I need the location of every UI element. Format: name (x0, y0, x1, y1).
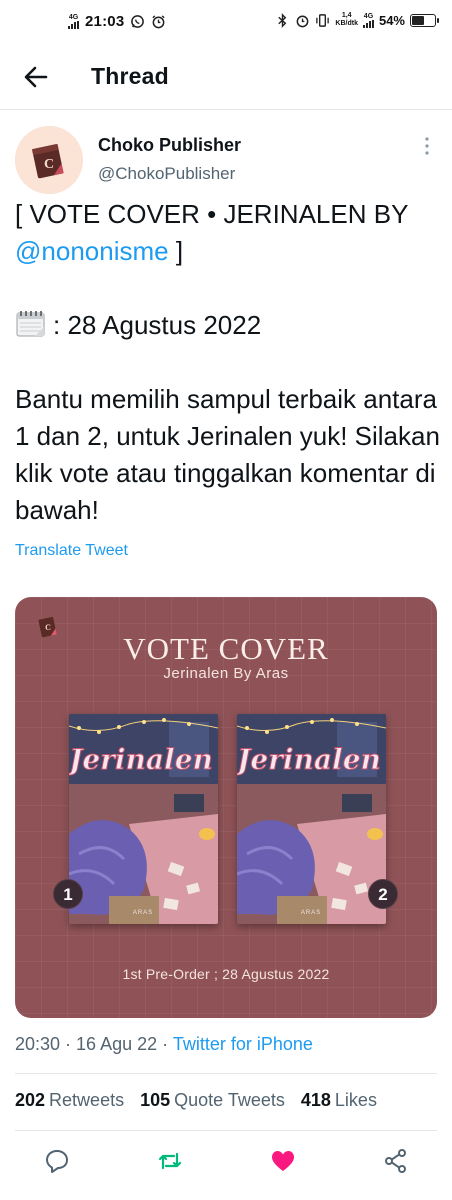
media-title: VOTE COVER (123, 631, 329, 666)
retweets-label: Retweets (49, 1090, 125, 1110)
likes-label: Likes (334, 1090, 377, 1110)
tweet-date: 16 Agu 22 (76, 1034, 158, 1054)
quote-tweets-stat[interactable]: 105 Quote Tweets (140, 1090, 285, 1111)
divider (15, 1130, 437, 1131)
tweet-meta: 20:30 · 16 Agu 22 · Twitter for iPhone (15, 1034, 313, 1054)
more-vertical-icon[interactable] (420, 136, 434, 156)
book-cover-illustration: Jerinalen ARAS (237, 714, 386, 924)
book-cover-illustration: Jerinalen ARAS (69, 714, 218, 924)
arrow-left-icon[interactable] (22, 63, 50, 91)
app-header: Thread (0, 44, 452, 110)
book-cover-option-1[interactable]: Jerinalen ARAS (69, 714, 218, 924)
translate-tweet-link[interactable]: Translate Tweet (15, 542, 128, 560)
choko-logo-icon: C (15, 126, 83, 194)
page-title: Thread (91, 63, 169, 89)
signal-bars-icon (68, 21, 79, 29)
signal-indicator-right: 4G (362, 12, 374, 28)
quotes-label: Quote Tweets (174, 1090, 285, 1110)
network-type: 4G (68, 14, 79, 21)
option-1-badge: 1 (53, 879, 83, 909)
speed-unit: KB/dtk (335, 20, 358, 27)
comment-icon[interactable] (44, 1148, 70, 1174)
retweets-stat[interactable]: 202 Retweets (15, 1090, 124, 1111)
tweet-line-1-suffix: ] (168, 236, 184, 266)
tweet-date: : 28 Agustus 2022 (53, 310, 262, 340)
avatar[interactable]: C (15, 126, 83, 194)
quotes-count: 105 (140, 1090, 171, 1110)
divider (15, 1073, 437, 1074)
author-handle[interactable]: @ChokoPublisher (98, 164, 235, 184)
battery-fill (412, 15, 424, 25)
share-icon[interactable] (383, 1148, 409, 1174)
battery-icon (410, 13, 439, 27)
whatsapp-icon (131, 15, 145, 28)
retweet-icon[interactable] (157, 1148, 183, 1174)
network-speed: 1,4 KB/dtk (335, 12, 358, 28)
alarm-clock-icon (297, 15, 309, 27)
tweet-source-link[interactable]: Twitter for iPhone (173, 1034, 313, 1054)
vibrate-icon (316, 13, 330, 27)
media-subtitle: Jerinalen By Aras (163, 665, 289, 682)
signal-indicator: 4G (68, 14, 79, 29)
likes-stat[interactable]: 418 Likes (301, 1090, 377, 1111)
bluetooth-icon (278, 12, 287, 28)
preorder-text: 1st Pre-Order ; 28 Agustus 2022 (122, 966, 330, 982)
tweet-date-line: : 28 Agustus 2022 (15, 307, 445, 344)
option-2-badge: 2 (368, 879, 398, 909)
speed-value: 1,4 (341, 12, 352, 19)
heart-icon[interactable] (270, 1148, 296, 1174)
likes-count: 418 (300, 1090, 331, 1110)
cover-title-text: Jerinalen (69, 743, 213, 776)
retweets-count: 202 (15, 1090, 46, 1110)
signal-bars-right-icon (362, 19, 374, 28)
tweet-line-1: [ VOTE COVER • JERINALEN BY @nononisme ] (15, 196, 445, 270)
tweet-text: [ VOTE COVER • JERINALEN BY @nononisme ]… (15, 196, 445, 529)
tweet-actions (0, 1140, 452, 1184)
tweet-time: 20:30 (15, 1034, 61, 1054)
mention-link[interactable]: @nononisme (15, 236, 169, 266)
tweet-line-1-prefix: [ VOTE COVER • JERINALEN BY (15, 199, 408, 229)
book-cover-option-2[interactable]: Jerinalen ARAS (237, 714, 386, 924)
tweet-media-image[interactable]: C VOTE COVER Jerinalen By Aras Jerinalen… (15, 597, 437, 1018)
svg-text:C: C (44, 157, 54, 172)
status-bar: 4G 21:03 1,4 KB/dtk 4G 54% (0, 0, 452, 44)
status-bar-right: 1,4 KB/dtk 4G 54% (275, 12, 439, 28)
tweet-body: Bantu memilih sampul terbaik antara 1 da… (15, 384, 440, 525)
spiral-calendar-icon (16, 311, 45, 337)
alarm-icon (152, 15, 165, 29)
tweet-stats: 202 Retweets 105 Quote Tweets 418 Likes (15, 1090, 377, 1111)
status-bar-left: 4G 21:03 (68, 13, 166, 30)
cover-title-text: Jerinalen (237, 743, 381, 776)
network-type-right: 4G (363, 12, 374, 20)
clock: 21:03 (85, 13, 125, 30)
cover-author-text: ARAS (301, 910, 321, 916)
cover-author-text: ARAS (133, 910, 153, 916)
battery-percent: 54% (378, 12, 405, 28)
author-name[interactable]: Choko Publisher (98, 135, 241, 156)
